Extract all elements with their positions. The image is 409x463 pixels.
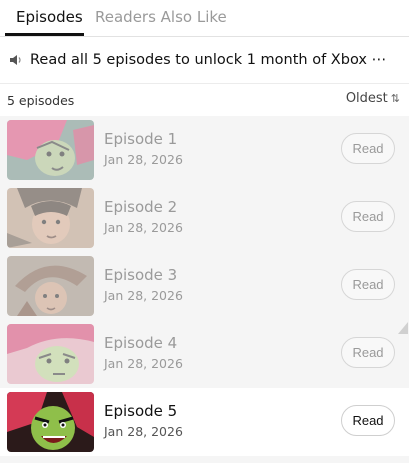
episode-thumbnail xyxy=(7,256,94,316)
episode-date: Jan 28, 2026 xyxy=(104,288,183,303)
read-button[interactable]: Read xyxy=(341,269,395,300)
list-header: 5 episodes Oldest ⇅ xyxy=(0,84,409,116)
episode-title: Episode 1 xyxy=(104,130,178,148)
episode-date: Jan 28, 2026 xyxy=(104,424,183,439)
episode-row[interactable]: Episode 4 Jan 28, 2026 Read xyxy=(0,320,409,388)
episode-count: 5 episodes xyxy=(7,93,75,108)
episode-thumbnail-image xyxy=(7,120,94,180)
active-tab-underline xyxy=(5,33,84,36)
episode-date: Jan 28, 2026 xyxy=(104,356,183,371)
sort-label: Oldest xyxy=(345,91,388,106)
sort-order-icon: ⇅ xyxy=(390,92,400,105)
read-button[interactable]: Read xyxy=(341,201,395,232)
speaker-icon xyxy=(10,55,21,65)
episode-thumbnail xyxy=(7,324,94,384)
read-button[interactable]: Read xyxy=(341,133,395,164)
episode-title: Episode 5 xyxy=(104,402,178,420)
episode-row[interactable]: Episode 1 Jan 28, 2026 Read xyxy=(0,116,409,184)
episode-date: Jan 28, 2026 xyxy=(104,152,183,167)
unlock-notice-banner[interactable]: Read all 5 episodes to unlock 1 month of… xyxy=(0,37,409,84)
sort-button[interactable]: Oldest ⇅ xyxy=(346,91,400,106)
episode-thumbnail xyxy=(7,120,94,180)
episode-row[interactable]: Episode 5 Jan 28, 2026 Read xyxy=(0,388,409,456)
episode-row[interactable]: Episode 3 Jan 28, 2026 Read xyxy=(0,252,409,320)
episode-thumbnail-image xyxy=(7,256,94,316)
episode-row[interactable]: Episode 2 Jan 28, 2026 Read xyxy=(0,184,409,252)
episode-thumbnail-image xyxy=(7,324,94,384)
read-button[interactable]: Read xyxy=(341,405,395,436)
tab-bar: Episodes Readers Also Like xyxy=(0,0,409,37)
episode-thumbnail xyxy=(7,392,94,452)
episode-thumbnail-image xyxy=(7,188,94,248)
read-button[interactable]: Read xyxy=(341,337,395,368)
episode-list: Episode 1 Jan 28, 2026 Read Episode 2 Ja… xyxy=(0,116,409,463)
scroll-corner-indicator xyxy=(398,322,408,334)
episode-title: Episode 3 xyxy=(104,266,178,284)
episode-title: Episode 4 xyxy=(104,334,178,352)
tab-episodes[interactable]: Episodes xyxy=(16,7,83,27)
episode-title: Episode 2 xyxy=(104,198,178,216)
tab-readers-also-like[interactable]: Readers Also Like xyxy=(95,7,227,27)
episode-thumbnail-image xyxy=(7,392,94,452)
notice-text: Read all 5 episodes to unlock 1 month of… xyxy=(30,52,387,68)
episode-date: Jan 28, 2026 xyxy=(104,220,183,235)
episode-thumbnail xyxy=(7,188,94,248)
